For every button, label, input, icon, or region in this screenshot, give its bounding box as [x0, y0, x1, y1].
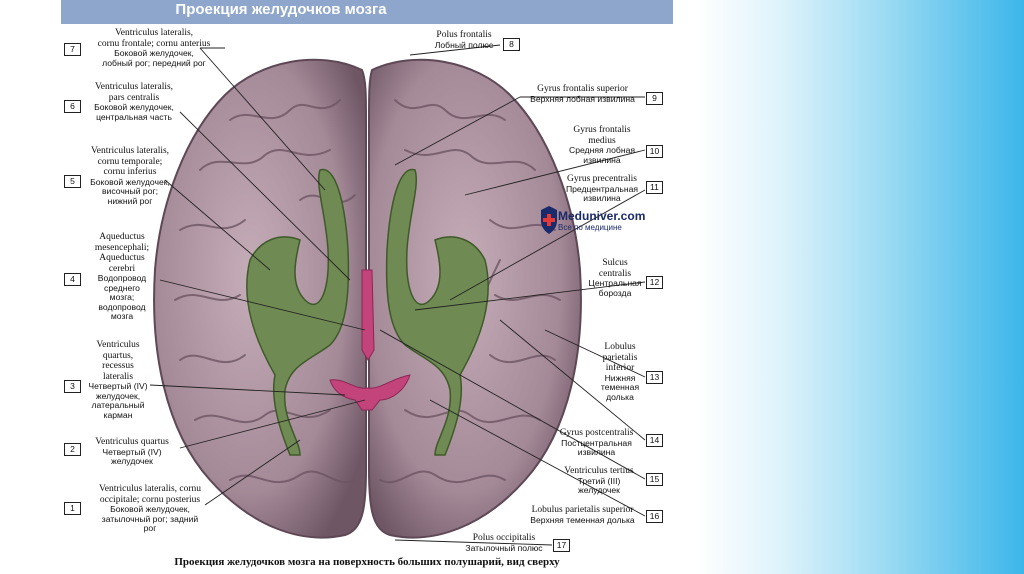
label-1: Ventriculus lateralis, cornu occipitale; … — [98, 484, 202, 534]
number-box-11: 11 — [646, 181, 663, 194]
number-box-9: 9 — [646, 92, 663, 105]
label-8: Polus frontalis Лобный полюс — [434, 30, 494, 50]
label-5: Ventriculus lateralis, cornu temporale; co… — [90, 146, 170, 206]
number-box-3: 3 — [64, 380, 81, 393]
number-box-16: 16 — [646, 510, 663, 523]
label-14: Gyrus postcentralis Постцентральная извил… — [559, 428, 634, 458]
number-box-2: 2 — [64, 443, 81, 456]
figure-caption: Проекция желудочков мозга на поверхность… — [174, 556, 560, 568]
number-box-13: 13 — [646, 371, 663, 384]
number-box-6: 6 — [64, 100, 81, 113]
label-17: Polus occipitalis Затылочный полюс — [465, 533, 543, 553]
number-box-7: 7 — [64, 43, 81, 56]
label-7: Ventriculus lateralis, cornu frontale; co… — [97, 28, 211, 68]
number-box-17: 17 — [553, 539, 570, 552]
label-4: Aqueductus mesencephali; Aqueductus cerebri… — [94, 232, 150, 322]
label-10: Gyrus frontalis medius Средняя лобная изви… — [568, 125, 636, 165]
number-box-14: 14 — [646, 434, 663, 447]
number-box-4: 4 — [64, 273, 81, 286]
label-16: Lobulus parietalis superior Верхняя теме… — [530, 505, 635, 525]
number-box-1: 1 — [64, 502, 81, 515]
label-15: Ventriculus tertius Третий (III) желудоче… — [564, 466, 634, 496]
number-box-5: 5 — [64, 175, 81, 188]
label-9: Gyrus frontalis superior Верхняя лобная … — [530, 84, 635, 104]
label-12: Sulcus centralis Центральная борозда — [588, 258, 642, 298]
label-6: Ventriculus lateralis, pars centralis Бок… — [94, 82, 174, 122]
shield-icon — [541, 206, 557, 234]
meduniver-logo — [540, 205, 558, 240]
label-11: Gyrus precentralis Предцентральная извили… — [565, 174, 639, 204]
label-13: Lobulus parietalis inferior Нижняя теменная… — [600, 342, 640, 402]
logo-text: Meduniver.com Все по медицине — [558, 209, 646, 232]
number-box-8: 8 — [503, 38, 520, 51]
label-2: Ventriculus quartus Четвертый (IV) желудо… — [95, 437, 169, 467]
label-3: Ventriculus quartus, recessus lateralis Чет… — [88, 340, 148, 420]
number-box-12: 12 — [646, 276, 663, 289]
number-box-10: 10 — [646, 145, 663, 158]
number-box-15: 15 — [646, 473, 663, 486]
